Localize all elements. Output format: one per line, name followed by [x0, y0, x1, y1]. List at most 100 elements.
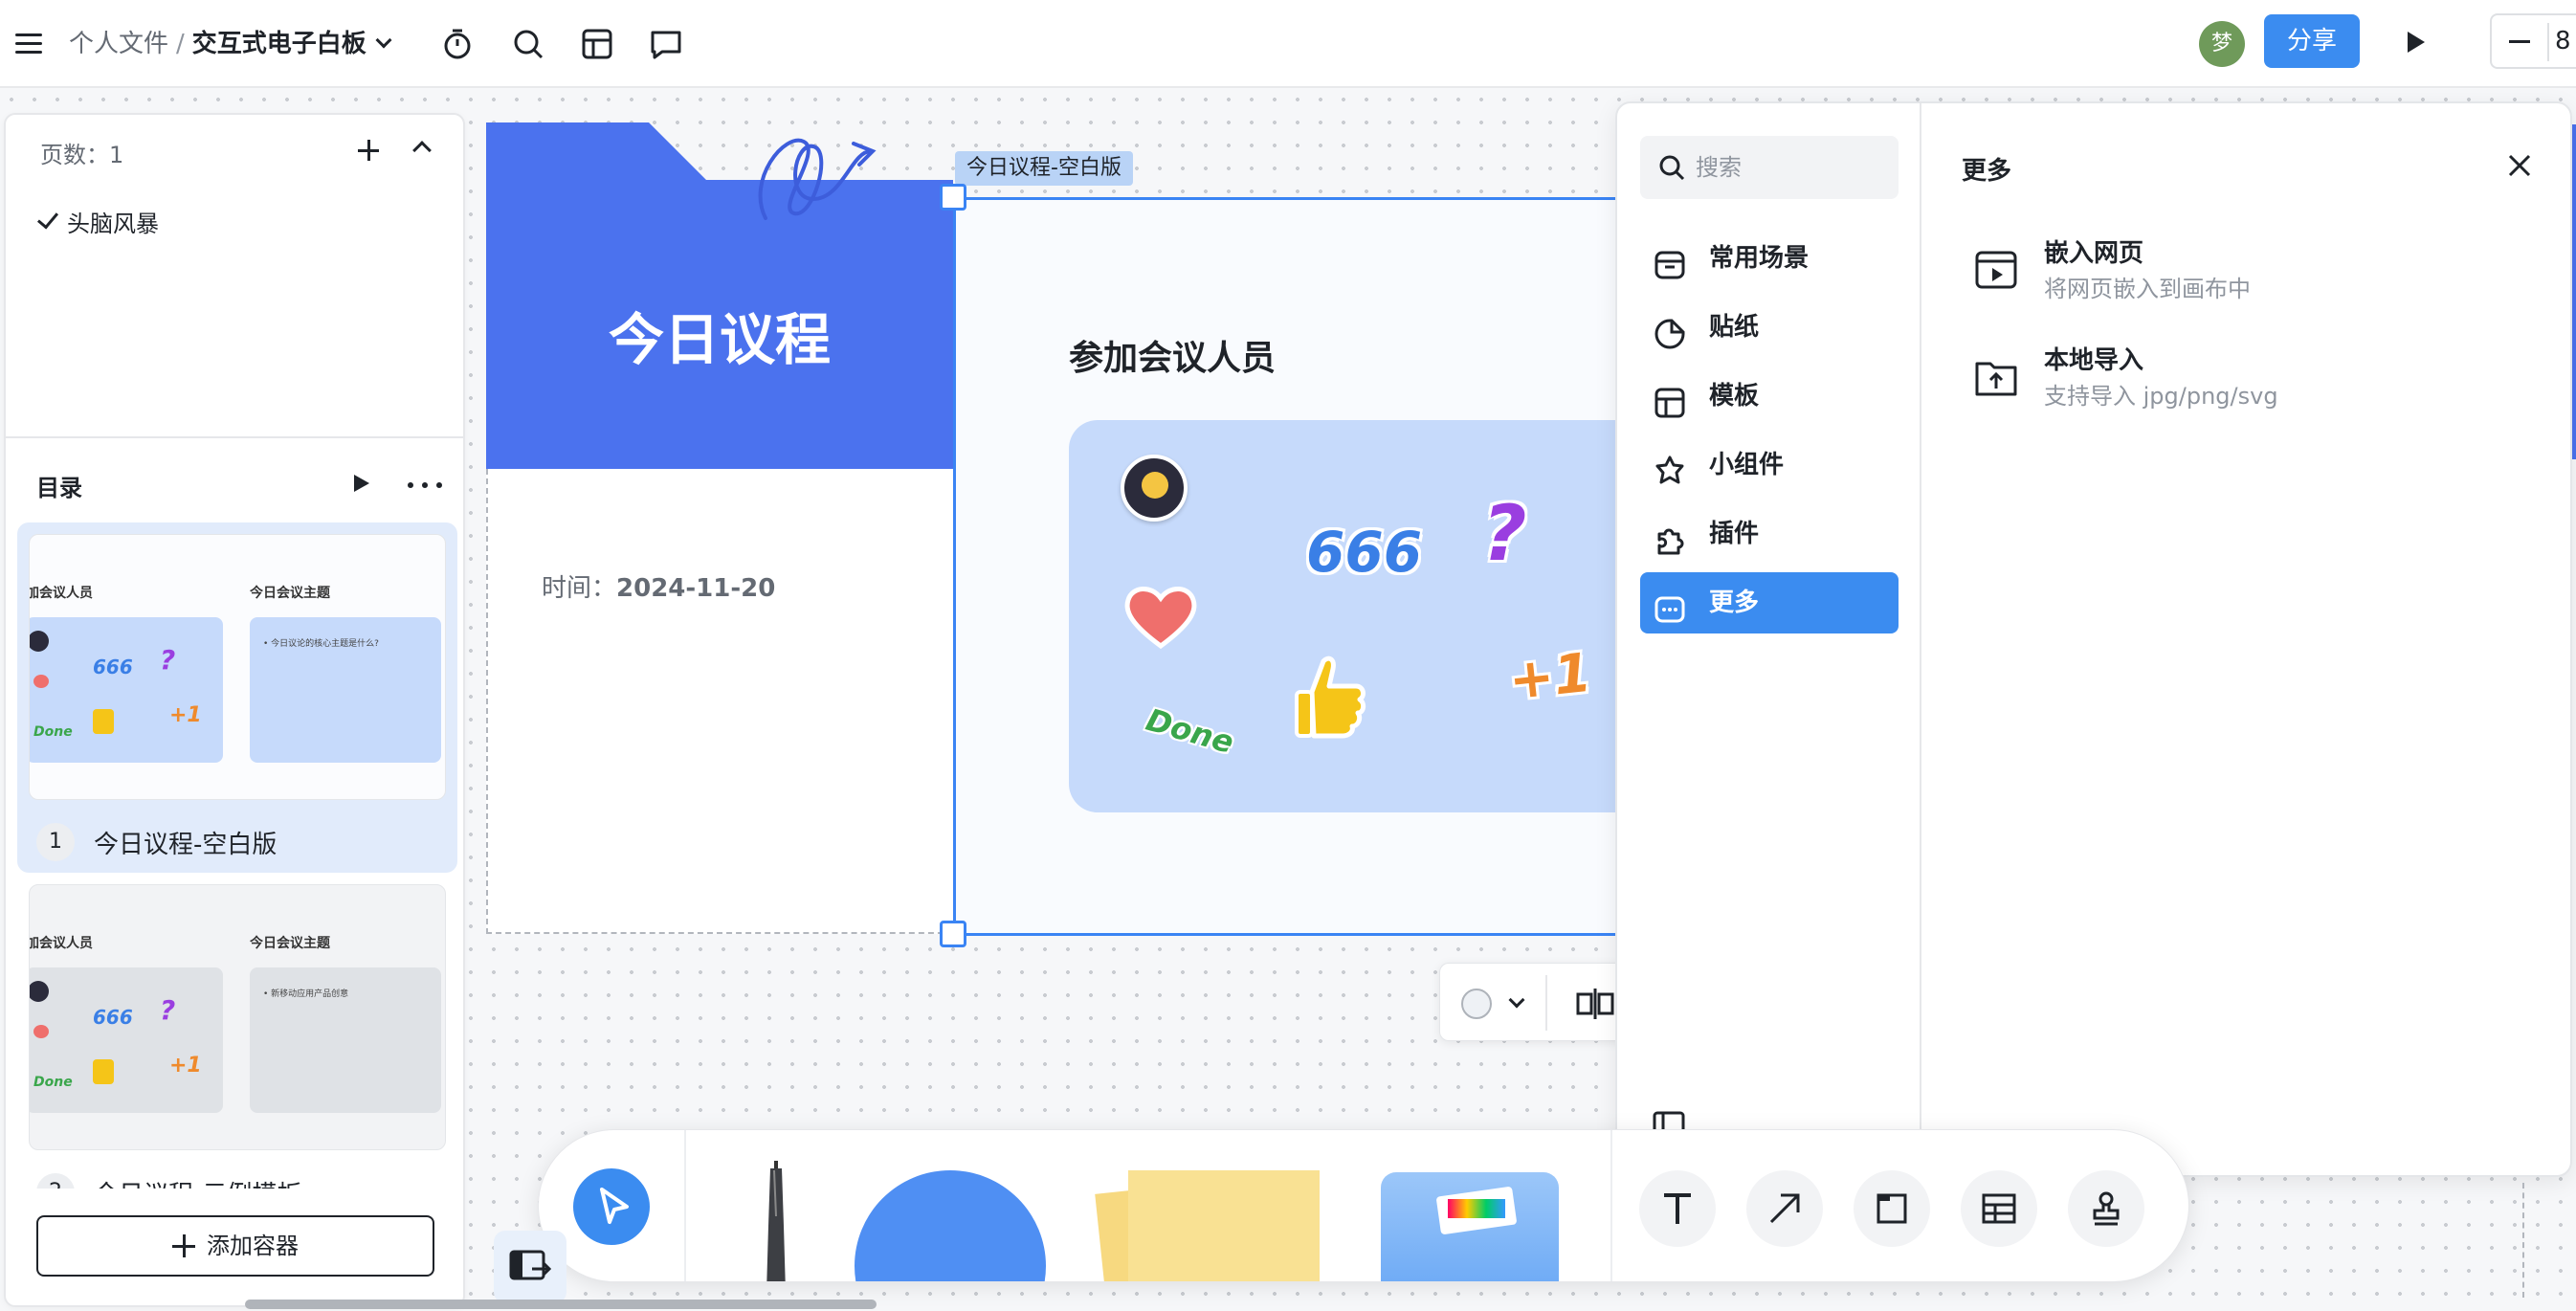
search-icon	[1657, 153, 1686, 182]
more-icon	[1654, 588, 1686, 623]
thumb-right-title: 今日会议主题	[250, 586, 330, 601]
thumb-left-title: 加会议人员	[29, 936, 93, 951]
add-container-label: 添加容器	[207, 1233, 299, 1259]
selected-frame[interactable]: 参加会议人员 666 ? +1 Done	[953, 197, 1643, 936]
widget-icon	[1654, 450, 1686, 484]
sticker-plus-one[interactable]: +1	[1506, 642, 1594, 713]
sticker-folder-tool[interactable]	[1381, 1172, 1559, 1281]
entry-title: 嵌入网页	[2044, 239, 2144, 268]
insert-panel-sidebar: 常用场景 贴纸 模板 小组件 插件 更多	[1617, 103, 1921, 1175]
select-tool[interactable]	[573, 1168, 650, 1245]
menu-item-widgets[interactable]: 小组件	[1640, 434, 1899, 496]
time-label: 时间：	[542, 574, 617, 603]
pen-tool[interactable]	[757, 1159, 795, 1281]
menu-item-stickers[interactable]: 贴纸	[1640, 297, 1899, 358]
thumb-sticker-box: 666 ? +1 Done	[30, 617, 223, 763]
thumb-topic-box: • 今日议论的核心主题是什么?	[250, 617, 441, 763]
timer-icon[interactable]	[438, 25, 477, 63]
floating-format-toolbar	[1439, 963, 1640, 1041]
thumbs-up-sticker[interactable]	[1291, 654, 1367, 744]
swap-panel-icon	[509, 1250, 552, 1280]
sticky-note-tool[interactable]	[1128, 1170, 1320, 1281]
close-icon[interactable]	[2507, 153, 2532, 178]
share-button[interactable]: 分享	[2264, 14, 2360, 68]
entry-title: 本地导入	[2044, 346, 2144, 375]
toc-title: 目录	[36, 475, 82, 501]
chevron-down-icon[interactable]	[1508, 991, 1525, 1009]
resize-handle-bottom-left[interactable]	[940, 921, 966, 947]
document-title[interactable]: 交互式电子白板	[192, 30, 366, 58]
collapse-icon[interactable]	[412, 141, 432, 160]
search-box[interactable]	[1640, 136, 1899, 199]
text-tool[interactable]	[1639, 1170, 1716, 1247]
thumbnail-card[interactable]: 加会议人员 今日会议主题 666 ? +1 Done • 今日议论的核心主题是什…	[17, 522, 457, 873]
menu-icon[interactable]	[10, 25, 48, 63]
thumb-topic-box: • 新移动应用产品创意	[250, 967, 441, 1113]
sticker-666[interactable]: 666	[1306, 520, 1422, 585]
bottom-toolbar	[538, 1129, 2189, 1282]
breadcrumb-separator: /	[176, 30, 185, 58]
heart-sticker[interactable]	[1122, 583, 1199, 654]
sticker-done[interactable]: Done	[1143, 701, 1238, 761]
frame-heading: 参加会议人员	[1069, 339, 1277, 378]
chevron-down-icon[interactable]	[375, 32, 392, 49]
add-page-icon[interactable]	[354, 136, 383, 165]
entry-description: 将网页嵌入到画布中	[2044, 276, 2251, 302]
frame-label[interactable]: 今日议程-空白版	[955, 151, 1133, 186]
menu-item-more[interactable]: 更多	[1640, 572, 1899, 633]
add-container-button[interactable]: 添加容器	[36, 1215, 434, 1277]
breadcrumb-parent[interactable]: 个人文件	[69, 30, 168, 58]
user-avatar[interactable]: 梦	[2199, 21, 2245, 67]
more-options-icon[interactable]	[408, 482, 442, 488]
menu-item-label: 更多	[1709, 589, 1760, 617]
search-input[interactable]	[1696, 149, 1887, 186]
zoom-value[interactable]: 8	[2555, 27, 2571, 56]
present-play-icon[interactable]	[2402, 29, 2429, 56]
thumbnail-preview: 加会议人员 今日会议主题 666 ? +1 Done • 新移动应用产品创意	[29, 884, 446, 1150]
agenda-info-block[interactable]: 时间：2024-11-20	[486, 469, 953, 934]
insert-panel: 常用场景 贴纸 模板 小组件 插件 更多 更多 嵌入网页 将网	[1615, 101, 2572, 1177]
stamp-tool[interactable]	[2068, 1170, 2144, 1247]
page-item[interactable]: 头脑风暴	[34, 205, 159, 238]
page-item-label: 头脑风暴	[67, 211, 159, 237]
horizontal-scrollbar[interactable]	[245, 1300, 877, 1309]
stamp-icon	[2093, 1191, 2120, 1226]
panel-divider	[6, 436, 463, 438]
page-count: 页数：1	[40, 142, 124, 168]
thumbnail-card[interactable]: 加会议人员 今日会议主题 666 ? +1 Done • 新移动应用产品创意 2…	[17, 873, 457, 1189]
text-icon	[1664, 1193, 1691, 1224]
resize-handle-top-left[interactable]	[940, 184, 966, 211]
zoom-out-button[interactable]	[2509, 40, 2530, 43]
shape-tool[interactable]	[855, 1170, 1046, 1281]
arrow-icon	[1769, 1193, 1800, 1224]
menu-item-templates[interactable]: 模板	[1640, 366, 1899, 427]
time-value: 2024-11-20	[616, 574, 776, 603]
table-tool[interactable]	[1961, 1170, 2037, 1247]
menu-item-plugins[interactable]: 插件	[1640, 503, 1899, 565]
menu-item-label: 插件	[1709, 520, 1760, 548]
arrow-tool[interactable]	[1746, 1170, 1823, 1247]
zoom-divider	[2547, 23, 2549, 61]
comment-icon[interactable]	[647, 25, 685, 63]
play-icon[interactable]	[350, 473, 371, 494]
frame-icon	[1876, 1193, 1907, 1224]
template-icon[interactable]	[578, 25, 616, 63]
scene-icon	[1654, 243, 1686, 279]
agenda-header-block[interactable]: 今日议程	[486, 180, 953, 469]
menu-item-scenes[interactable]: 常用场景	[1640, 228, 1899, 289]
thumbnail-number: 2	[36, 1173, 75, 1189]
embed-webpage-item[interactable]: 嵌入网页 将网页嵌入到画布中	[1973, 233, 2471, 310]
frame-tool[interactable]	[1854, 1170, 1930, 1247]
avatar-sticker[interactable]	[1121, 455, 1188, 522]
minimap-toggle[interactable]	[494, 1231, 566, 1303]
panel-title: 更多	[1962, 157, 2012, 186]
entry-description: 支持导入 jpg/png/svg	[2044, 383, 2278, 410]
local-import-item[interactable]: 本地导入 支持导入 jpg/png/svg	[1973, 341, 2471, 417]
thumbnail-number: 1	[36, 823, 75, 861]
fill-color-swatch[interactable]	[1461, 989, 1492, 1019]
search-icon[interactable]	[509, 25, 547, 63]
sticker-question[interactable]: ?	[1482, 489, 1526, 578]
align-icon[interactable]	[1574, 989, 1616, 1019]
breadcrumb: 个人文件 / 交互式电子白板	[69, 27, 392, 61]
menu-item-label: 常用场景	[1709, 244, 1810, 273]
